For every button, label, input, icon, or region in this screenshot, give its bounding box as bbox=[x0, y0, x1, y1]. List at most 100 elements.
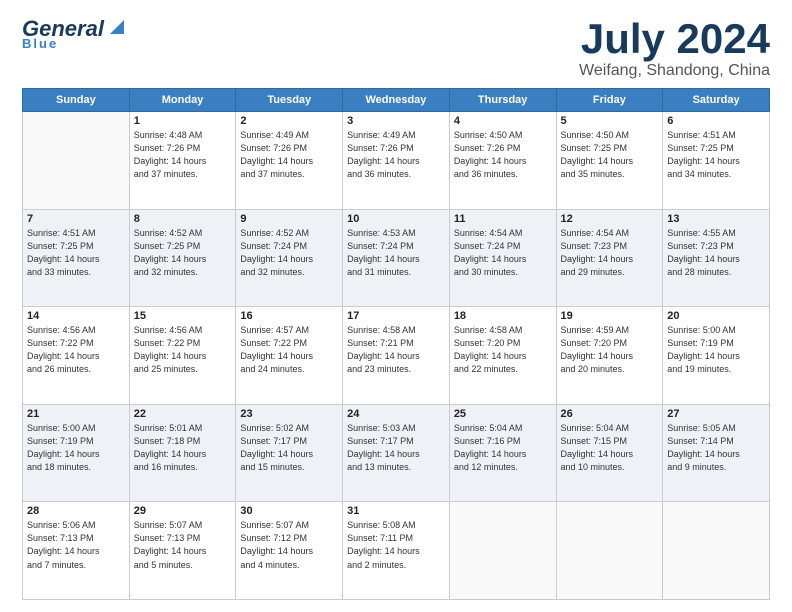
cell-date-number: 22 bbox=[134, 408, 232, 420]
cell-date-number: 8 bbox=[134, 213, 232, 225]
cell-date-number: 7 bbox=[27, 213, 125, 225]
cell-date-number: 4 bbox=[454, 115, 552, 127]
calendar-cell: 30Sunrise: 5:07 AM Sunset: 7:12 PM Dayli… bbox=[236, 502, 343, 600]
cell-info-text: Sunrise: 4:54 AM Sunset: 7:24 PM Dayligh… bbox=[454, 227, 552, 279]
logo-arrow-icon bbox=[106, 16, 128, 38]
calendar-cell: 2 Sunrise: 4:49 AM Sunset: 7:26 PM Daylig… bbox=[236, 112, 343, 210]
calendar-cell: 24 Sunrise: 5:03 AM Sunset: 7:17 PM Dayli… bbox=[343, 404, 450, 502]
cell-info-text: Sunrise: 4:56 AM Sunset: 7:22 PM Dayligh… bbox=[27, 324, 125, 376]
calendar-cell: 18 Sunrise: 4:58 AM Sunset: 7:20 PM Dayli… bbox=[449, 307, 556, 405]
calendar-location: Weifang, Shandong, China bbox=[579, 62, 770, 80]
cell-info-text: Sunrise: 4:48 AM Sunset: 7:26 PM Dayligh… bbox=[134, 129, 232, 181]
cell-info-text: Sunrise: 4:57 AM Sunset: 7:22 PM Dayligh… bbox=[240, 324, 338, 376]
cell-info-text: Sunrise: 4:50 AM Sunset: 7:25 PM Dayligh… bbox=[561, 129, 659, 181]
cell-date-number: 31 bbox=[347, 505, 445, 517]
calendar-week-3: 14 Sunrise: 4:56 AM Sunset: 7:22 PM Dayli… bbox=[23, 307, 770, 405]
cell-info-text: Sunrise: 4:52 AM Sunset: 7:24 PM Dayligh… bbox=[240, 227, 338, 279]
header: General Blue July 2024 Weifang, Shandong… bbox=[22, 18, 770, 80]
col-tuesday: Tuesday bbox=[236, 89, 343, 112]
cell-info-text: Sunrise: 5:07 AM Sunset: 7:12 PM Dayligh… bbox=[240, 519, 338, 571]
col-saturday: Saturday bbox=[663, 89, 770, 112]
calendar-week-2: 7 Sunrise: 4:51 AM Sunset: 7:25 PM Daylig… bbox=[23, 209, 770, 307]
cell-date-number: 23 bbox=[240, 408, 338, 420]
cell-info-text: Sunrise: 4:51 AM Sunset: 7:25 PM Dayligh… bbox=[27, 227, 125, 279]
calendar-cell: 7 Sunrise: 4:51 AM Sunset: 7:25 PM Daylig… bbox=[23, 209, 130, 307]
calendar-cell: 9 Sunrise: 4:52 AM Sunset: 7:24 PM Daylig… bbox=[236, 209, 343, 307]
cell-date-number: 11 bbox=[454, 213, 552, 225]
col-thursday: Thursday bbox=[449, 89, 556, 112]
calendar-cell: 15Sunrise: 4:56 AM Sunset: 7:22 PM Dayli… bbox=[129, 307, 236, 405]
cell-info-text: Sunrise: 4:52 AM Sunset: 7:25 PM Dayligh… bbox=[134, 227, 232, 279]
logo: General Blue bbox=[22, 18, 128, 51]
calendar-cell: 27 Sunrise: 5:05 AM Sunset: 7:14 PM Dayli… bbox=[663, 404, 770, 502]
calendar-cell: 3 Sunrise: 4:49 AM Sunset: 7:26 PM Daylig… bbox=[343, 112, 450, 210]
cell-info-text: Sunrise: 5:03 AM Sunset: 7:17 PM Dayligh… bbox=[347, 422, 445, 474]
calendar-cell: 10 Sunrise: 4:53 AM Sunset: 7:24 PM Dayli… bbox=[343, 209, 450, 307]
cell-info-text: Sunrise: 4:59 AM Sunset: 7:20 PM Dayligh… bbox=[561, 324, 659, 376]
calendar-cell: 23Sunrise: 5:02 AM Sunset: 7:17 PM Dayli… bbox=[236, 404, 343, 502]
cell-date-number: 12 bbox=[561, 213, 659, 225]
cell-info-text: Sunrise: 4:50 AM Sunset: 7:26 PM Dayligh… bbox=[454, 129, 552, 181]
cell-info-text: Sunrise: 4:49 AM Sunset: 7:26 PM Dayligh… bbox=[240, 129, 338, 181]
col-monday: Monday bbox=[129, 89, 236, 112]
cell-date-number: 17 bbox=[347, 310, 445, 322]
cell-info-text: Sunrise: 4:58 AM Sunset: 7:21 PM Dayligh… bbox=[347, 324, 445, 376]
cell-date-number: 24 bbox=[347, 408, 445, 420]
calendar-cell: 22 Sunrise: 5:01 AM Sunset: 7:18 PM Dayli… bbox=[129, 404, 236, 502]
page: General Blue July 2024 Weifang, Shandong… bbox=[0, 0, 792, 612]
cell-date-number: 3 bbox=[347, 115, 445, 127]
calendar-cell: 26 Sunrise: 5:04 AM Sunset: 7:15 PM Dayli… bbox=[556, 404, 663, 502]
cell-info-text: Sunrise: 4:49 AM Sunset: 7:26 PM Dayligh… bbox=[347, 129, 445, 181]
calendar-cell: 20Sunrise: 5:00 AM Sunset: 7:19 PM Dayli… bbox=[663, 307, 770, 405]
calendar-cell: 25Sunrise: 5:04 AM Sunset: 7:16 PM Dayli… bbox=[449, 404, 556, 502]
calendar-cell: 1Sunrise: 4:48 AM Sunset: 7:26 PM Daylig… bbox=[129, 112, 236, 210]
cell-info-text: Sunrise: 4:55 AM Sunset: 7:23 PM Dayligh… bbox=[667, 227, 765, 279]
cell-info-text: Sunrise: 5:05 AM Sunset: 7:14 PM Dayligh… bbox=[667, 422, 765, 474]
calendar-cell bbox=[449, 502, 556, 600]
cell-date-number: 26 bbox=[561, 408, 659, 420]
calendar-title: July 2024 bbox=[579, 18, 770, 60]
calendar-header-row: Sunday Monday Tuesday Wednesday Thursday… bbox=[23, 89, 770, 112]
calendar-cell: 16 Sunrise: 4:57 AM Sunset: 7:22 PM Dayli… bbox=[236, 307, 343, 405]
cell-info-text: Sunrise: 5:07 AM Sunset: 7:13 PM Dayligh… bbox=[134, 519, 232, 571]
title-block: July 2024 Weifang, Shandong, China bbox=[579, 18, 770, 80]
calendar-cell: 11 Sunrise: 4:54 AM Sunset: 7:24 PM Dayli… bbox=[449, 209, 556, 307]
col-wednesday: Wednesday bbox=[343, 89, 450, 112]
cell-info-text: Sunrise: 5:04 AM Sunset: 7:15 PM Dayligh… bbox=[561, 422, 659, 474]
calendar-week-4: 21 Sunrise: 5:00 AM Sunset: 7:19 PM Dayli… bbox=[23, 404, 770, 502]
cell-date-number: 9 bbox=[240, 213, 338, 225]
logo-blue-text: Blue bbox=[22, 36, 58, 51]
cell-date-number: 13 bbox=[667, 213, 765, 225]
cell-date-number: 16 bbox=[240, 310, 338, 322]
calendar-cell bbox=[663, 502, 770, 600]
cell-date-number: 5 bbox=[561, 115, 659, 127]
calendar-cell: 6Sunrise: 4:51 AM Sunset: 7:25 PM Daylig… bbox=[663, 112, 770, 210]
cell-date-number: 20 bbox=[667, 310, 765, 322]
calendar-cell: 19 Sunrise: 4:59 AM Sunset: 7:20 PM Dayli… bbox=[556, 307, 663, 405]
calendar-cell: 13 Sunrise: 4:55 AM Sunset: 7:23 PM Dayli… bbox=[663, 209, 770, 307]
cell-date-number: 2 bbox=[240, 115, 338, 127]
cell-date-number: 10 bbox=[347, 213, 445, 225]
cell-date-number: 18 bbox=[454, 310, 552, 322]
cell-info-text: Sunrise: 4:58 AM Sunset: 7:20 PM Dayligh… bbox=[454, 324, 552, 376]
calendar-cell: 17 Sunrise: 4:58 AM Sunset: 7:21 PM Dayli… bbox=[343, 307, 450, 405]
calendar-cell: 5 Sunrise: 4:50 AM Sunset: 7:25 PM Daylig… bbox=[556, 112, 663, 210]
calendar-cell bbox=[556, 502, 663, 600]
cell-info-text: Sunrise: 4:51 AM Sunset: 7:25 PM Dayligh… bbox=[667, 129, 765, 181]
cell-date-number: 21 bbox=[27, 408, 125, 420]
cell-info-text: Sunrise: 5:01 AM Sunset: 7:18 PM Dayligh… bbox=[134, 422, 232, 474]
col-sunday: Sunday bbox=[23, 89, 130, 112]
cell-info-text: Sunrise: 4:54 AM Sunset: 7:23 PM Dayligh… bbox=[561, 227, 659, 279]
cell-date-number: 19 bbox=[561, 310, 659, 322]
calendar-cell: 12 Sunrise: 4:54 AM Sunset: 7:23 PM Dayli… bbox=[556, 209, 663, 307]
calendar-cell: 14 Sunrise: 4:56 AM Sunset: 7:22 PM Dayli… bbox=[23, 307, 130, 405]
calendar-cell: 4 Sunrise: 4:50 AM Sunset: 7:26 PM Daylig… bbox=[449, 112, 556, 210]
cell-date-number: 27 bbox=[667, 408, 765, 420]
cell-info-text: Sunrise: 4:53 AM Sunset: 7:24 PM Dayligh… bbox=[347, 227, 445, 279]
cell-info-text: Sunrise: 5:00 AM Sunset: 7:19 PM Dayligh… bbox=[27, 422, 125, 474]
calendar-cell: 28Sunrise: 5:06 AM Sunset: 7:13 PM Dayli… bbox=[23, 502, 130, 600]
cell-date-number: 25 bbox=[454, 408, 552, 420]
cell-info-text: Sunrise: 4:56 AM Sunset: 7:22 PM Dayligh… bbox=[134, 324, 232, 376]
calendar-cell bbox=[23, 112, 130, 210]
cell-date-number: 14 bbox=[27, 310, 125, 322]
